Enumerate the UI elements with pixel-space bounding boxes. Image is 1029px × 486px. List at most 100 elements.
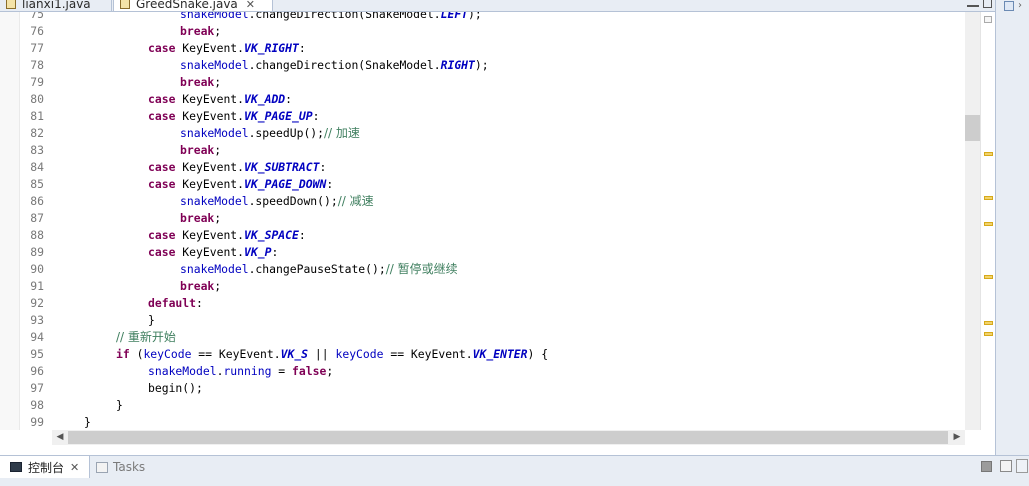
pin-console-button[interactable] — [1016, 459, 1028, 473]
code-text: break; — [180, 278, 221, 295]
overview-status-icon — [984, 16, 992, 23]
clear-console-button[interactable] — [1000, 460, 1012, 472]
code-line[interactable]: 89 case KeyEvent.VK_P: — [20, 244, 965, 261]
code-line[interactable]: 96 snakeModel.running = false; — [20, 363, 965, 380]
code-token: LEFT — [440, 12, 469, 21]
tab-greedsnake[interactable]: GreedSnake.java ✕ — [113, 0, 273, 11]
line-number: 80 — [30, 92, 44, 106]
code-token: .changeDirection(SnakeModel. — [248, 12, 441, 21]
tab-lianxi1[interactable]: lianxi1.java — [0, 0, 112, 11]
code-token: case — [148, 245, 176, 259]
code-line[interactable]: 76 break; — [20, 23, 965, 40]
code-line[interactable]: 83 break; — [20, 142, 965, 159]
code-line[interactable]: 75 snakeModel.changeDirection(SnakeModel.… — [20, 12, 965, 23]
close-icon[interactable]: ✕ — [246, 0, 255, 11]
code-token: : — [271, 245, 279, 259]
code-token: KeyEvent. — [175, 92, 245, 106]
code-text: case KeyEvent.VK_PAGE_UP: — [148, 108, 319, 125]
line-number: 83 — [30, 143, 44, 157]
code-line[interactable]: 95 if (keyCode == KeyEvent.VK_S || keyCod… — [20, 346, 965, 363]
code-token: break — [180, 24, 215, 38]
occurrence-marker[interactable] — [984, 321, 993, 325]
line-number: 97 — [30, 381, 44, 395]
tasks-icon — [96, 461, 108, 473]
code-token: snakeModel — [148, 364, 217, 378]
code-token: .speedDown(); — [248, 194, 338, 208]
code-token: VK_RIGHT — [244, 41, 299, 55]
terminate-button[interactable] — [981, 461, 992, 472]
code-text: case KeyEvent.VK_P: — [148, 244, 278, 261]
code-text: snakeModel.speedDown();// 减速 — [180, 193, 374, 210]
code-token: break — [180, 143, 215, 157]
code-line[interactable]: 97 begin(); — [20, 380, 965, 397]
code-token: KeyEvent. — [175, 177, 245, 191]
horizontal-scrollbar[interactable]: ◀ ▶ — [52, 430, 965, 445]
code-token: snakeModel — [180, 194, 249, 208]
occurrence-marker[interactable] — [984, 275, 993, 279]
code-token: } — [148, 313, 155, 327]
line-number: 87 — [30, 211, 44, 225]
code-line[interactable]: 77 case KeyEvent.VK_RIGHT: — [20, 40, 965, 57]
code-token: KeyEvent. — [175, 109, 245, 123]
line-number: 77 — [30, 41, 44, 55]
code-token: case — [148, 228, 176, 242]
code-line[interactable]: 82 snakeModel.speedUp();// 加速 — [20, 125, 965, 142]
horizontal-scrollbar-thumb[interactable] — [68, 431, 948, 444]
code-line[interactable]: 81 case KeyEvent.VK_PAGE_UP: — [20, 108, 965, 125]
console-icon — [10, 462, 22, 472]
scroll-right-icon[interactable]: ▶ — [949, 430, 965, 445]
outline-icon[interactable] — [1004, 1, 1014, 11]
code-token: : — [319, 160, 327, 174]
tab-tasks[interactable]: Tasks — [96, 456, 145, 478]
line-number: 96 — [30, 364, 44, 378]
code-line[interactable]: 78 snakeModel.changeDirection(SnakeModel.… — [20, 57, 965, 74]
maximize-button[interactable] — [983, 0, 992, 8]
occurrence-marker[interactable] — [984, 196, 993, 200]
minimize-button[interactable] — [967, 0, 979, 7]
code-line[interactable]: 99} — [20, 414, 965, 430]
vertical-scrollbar[interactable] — [965, 12, 980, 430]
line-number: 93 — [30, 313, 44, 327]
code-token: case — [148, 41, 176, 55]
code-token: .changeDirection(SnakeModel. — [248, 58, 441, 72]
occurrence-marker[interactable] — [984, 152, 993, 156]
code-area[interactable]: 75 snakeModel.changeDirection(SnakeModel.… — [20, 12, 965, 430]
code-token: KeyEvent. — [175, 41, 245, 55]
code-token: case — [148, 160, 176, 174]
line-number: 82 — [30, 126, 44, 140]
code-line[interactable]: 91 break; — [20, 278, 965, 295]
vertical-scrollbar-thumb[interactable] — [965, 115, 980, 141]
code-line[interactable]: 93} — [20, 312, 965, 329]
code-line[interactable]: 94 // 重新开始 — [20, 329, 965, 346]
code-line[interactable]: 87 break; — [20, 210, 965, 227]
tab-console[interactable]: 控制台 ✕ — [0, 456, 90, 478]
code-line[interactable]: 84 case KeyEvent.VK_SUBTRACT: — [20, 159, 965, 176]
code-token: default — [148, 296, 197, 310]
code-token: keyCode — [335, 347, 384, 361]
code-token: break — [180, 211, 215, 225]
code-line[interactable]: 80 case KeyEvent.VK_ADD: — [20, 91, 965, 108]
line-number: 91 — [30, 279, 44, 293]
code-token: snakeModel — [180, 58, 249, 72]
code-line[interactable]: 92 default: — [20, 295, 965, 312]
close-icon[interactable]: ✕ — [70, 461, 79, 474]
java-file-icon — [6, 0, 16, 9]
code-line[interactable]: 85 case KeyEvent.VK_PAGE_DOWN: — [20, 176, 965, 193]
occurrence-marker[interactable] — [984, 332, 993, 336]
chevron-right-icon[interactable]: › — [1018, 0, 1022, 11]
code-token: VK_SPACE — [244, 228, 299, 242]
code-token: } — [84, 415, 91, 429]
code-editor[interactable]: 75 snakeModel.changeDirection(SnakeModel.… — [0, 12, 980, 430]
code-token: ); — [474, 58, 489, 72]
occurrence-marker[interactable] — [984, 222, 993, 226]
code-line[interactable]: 79 break; — [20, 74, 965, 91]
code-line[interactable]: 90 snakeModel.changePauseState();// 暂停或继续 — [20, 261, 965, 278]
code-line[interactable]: 86 snakeModel.speedDown();// 减速 — [20, 193, 965, 210]
code-line[interactable]: 98} — [20, 397, 965, 414]
code-token: begin(); — [148, 381, 203, 395]
code-line[interactable]: 88 case KeyEvent.VK_SPACE: — [20, 227, 965, 244]
annotation-ruler — [0, 12, 20, 430]
code-token: .changePauseState(); — [248, 262, 386, 276]
overview-ruler[interactable] — [980, 12, 995, 430]
scroll-left-icon[interactable]: ◀ — [52, 430, 68, 445]
